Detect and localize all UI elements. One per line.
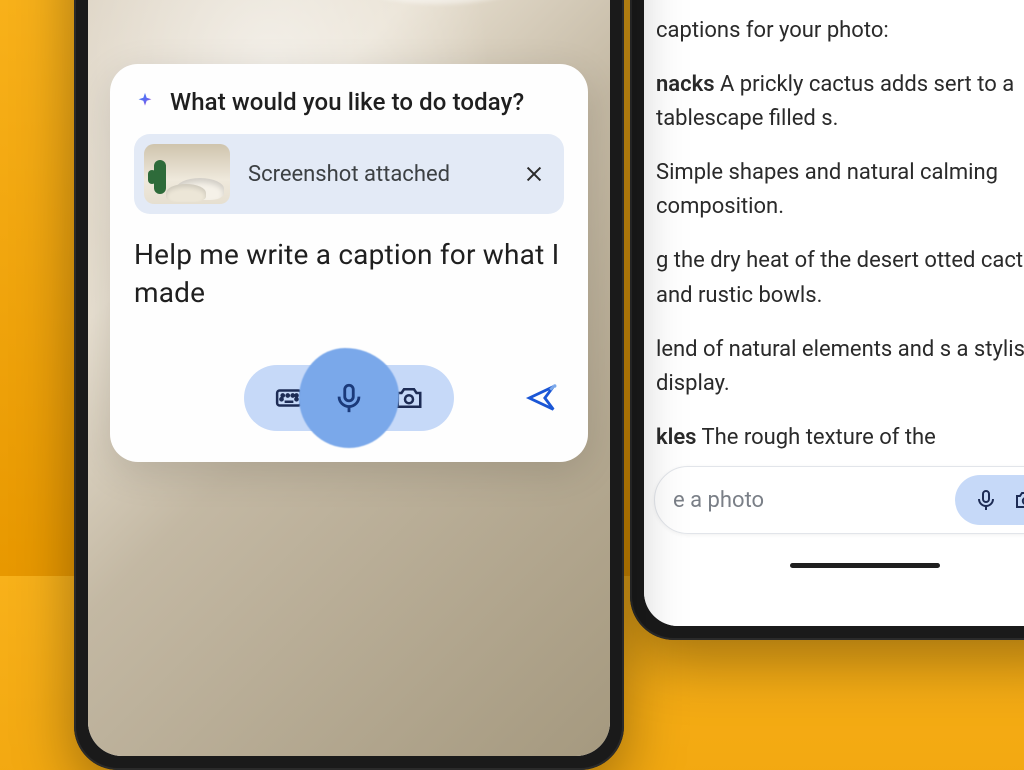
camera-icon[interactable]	[390, 379, 428, 417]
camera-icon[interactable]	[1011, 485, 1024, 515]
attachment-chip[interactable]: Screenshot attached	[134, 134, 564, 214]
suggestion-item: g the dry heat of the desert otted cactu…	[656, 244, 1024, 312]
suggestion-item: nacks A prickly cactus adds sert to a ta…	[656, 68, 1024, 136]
sparkle-icon	[134, 91, 156, 113]
suggestion-item: lend of natural elements and s a stylish…	[656, 333, 1024, 401]
input-toolbar	[134, 360, 564, 436]
attachment-label: Screenshot attached	[248, 162, 502, 187]
mic-icon[interactable]	[971, 485, 1001, 515]
suggestion-item: Simple shapes and natural calming compos…	[656, 156, 1024, 224]
phone-frame-left: What would you like to do today? Screens…	[74, 0, 624, 770]
remove-attachment-button[interactable]	[520, 160, 548, 188]
assistant-card: What would you like to do today? Screens…	[110, 64, 588, 462]
keyboard-icon[interactable]	[270, 379, 308, 417]
prompt-title: What would you like to do today?	[170, 88, 524, 116]
phone-frame-right: captions for your photo: nacks A prickly…	[630, 0, 1024, 640]
suggestion-item: kles The rough texture of the	[656, 421, 1024, 455]
compose-input-bar[interactable]: e a photo	[654, 466, 1024, 534]
send-button[interactable]	[520, 376, 564, 420]
phone-screen-right: captions for your photo: nacks A prickly…	[644, 0, 1024, 626]
input-mode-pill	[955, 475, 1024, 525]
attachment-thumbnail	[144, 144, 230, 204]
user-typed-text[interactable]: Help me write a caption for what I made	[134, 236, 564, 312]
compose-placeholder: e a photo	[673, 488, 955, 513]
gesture-home-bar[interactable]	[790, 563, 940, 568]
input-mode-pill	[244, 365, 454, 431]
suggestions-heading: captions for your photo:	[656, 14, 1024, 48]
phone-screen-left: What would you like to do today? Screens…	[88, 0, 610, 756]
